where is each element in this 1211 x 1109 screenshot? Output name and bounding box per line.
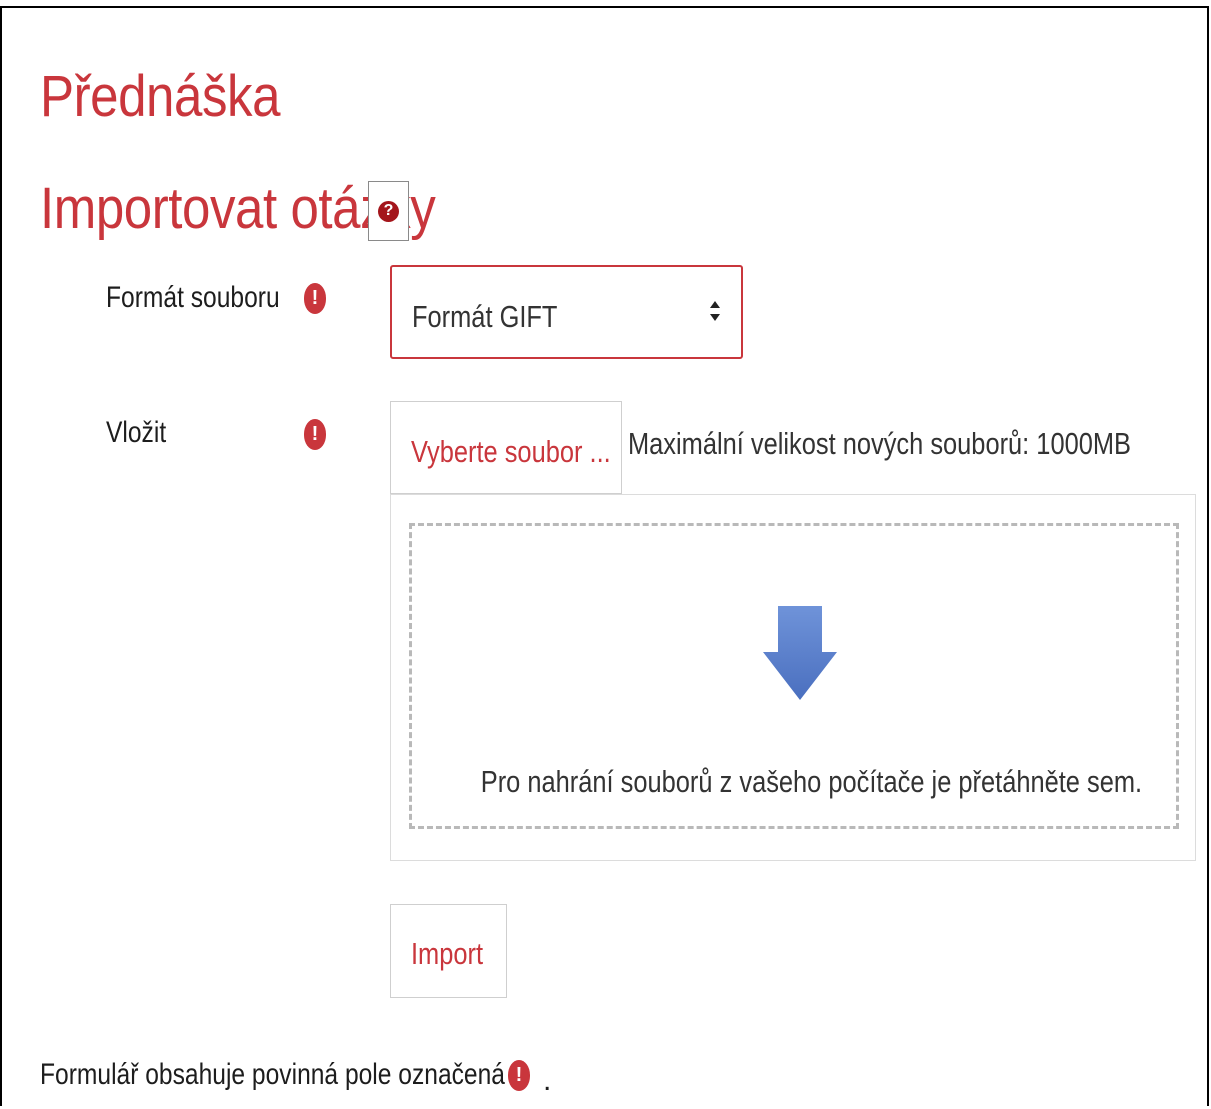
format-select-value: Formát GIFT xyxy=(412,299,558,334)
import-button[interactable]: Import xyxy=(390,904,507,998)
upload-label: Vložit xyxy=(106,416,167,449)
max-size-text: Maximální velikost nových souborů: 1000M… xyxy=(628,426,1131,461)
format-select[interactable]: Formát GIFT xyxy=(390,265,743,359)
choose-file-label: Vyberte soubor ... xyxy=(411,434,611,469)
course-title: Přednáška xyxy=(40,64,281,129)
import-label: Import xyxy=(411,936,484,971)
format-label: Formát souboru xyxy=(106,281,280,314)
download-arrow-icon xyxy=(763,606,837,700)
dropzone[interactable]: Pro nahrání souborů z vašeho počítače je… xyxy=(409,523,1179,829)
required-note-end: . xyxy=(543,1064,552,1097)
choose-file-button[interactable]: Vyberte soubor ... xyxy=(390,401,622,494)
required-icon: ! xyxy=(508,1060,530,1091)
file-manager: Pro nahrání souborů z vašeho počítače je… xyxy=(390,494,1196,861)
question-circle-icon: ? xyxy=(378,200,399,222)
dropzone-text: Pro nahrání souborů z vašeho počítače je… xyxy=(480,764,1143,799)
help-button[interactable]: ? xyxy=(368,181,409,241)
required-note: Formulář obsahuje povinná pole označená xyxy=(40,1058,505,1091)
required-icon: ! xyxy=(304,283,326,314)
select-arrows-icon xyxy=(710,301,720,321)
required-icon: ! xyxy=(304,419,326,450)
